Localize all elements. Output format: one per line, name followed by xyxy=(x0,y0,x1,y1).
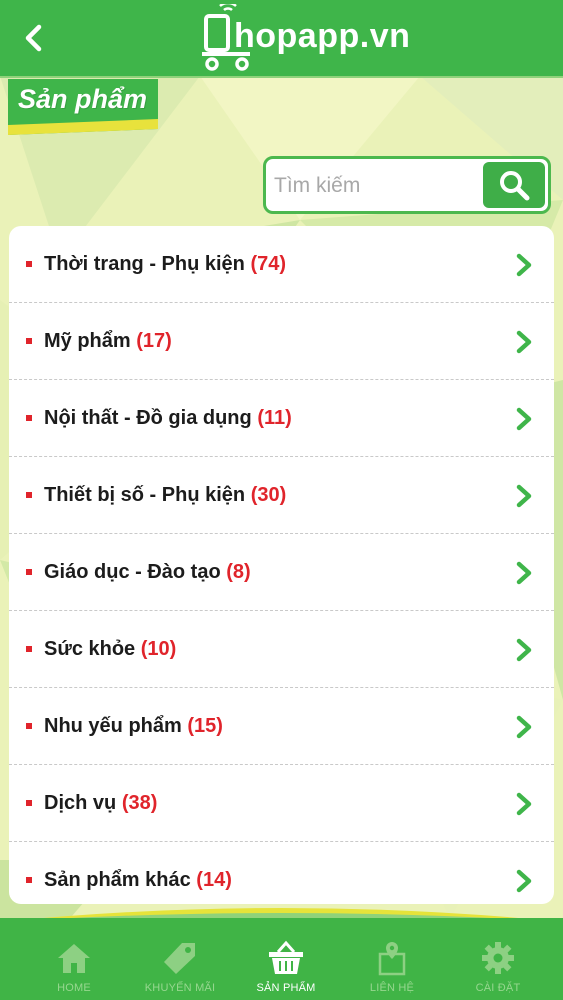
category-count: (30) xyxy=(250,484,287,506)
category-label: Dịch vụ (38) xyxy=(44,792,158,814)
chevron-left-icon xyxy=(25,24,42,52)
tab-label: SẢN PHẨM xyxy=(256,982,316,994)
bullet-icon xyxy=(26,261,32,267)
home-icon xyxy=(58,944,90,973)
category-label: Mỹ phẩm (17) xyxy=(44,330,172,352)
bullet-icon xyxy=(26,338,32,344)
category-count: (10) xyxy=(140,638,177,660)
chevron-right-icon xyxy=(516,561,532,585)
search-input[interactable] xyxy=(272,163,482,209)
tab-san-pham[interactable]: SẢN PHẨM xyxy=(230,918,342,1000)
basket-icon xyxy=(269,940,303,974)
bullet-icon xyxy=(26,492,32,498)
bullet-icon xyxy=(26,569,32,575)
category-label: Sức khỏe (10) xyxy=(44,638,177,660)
category-label: Thời trang - Phụ kiện (74) xyxy=(44,253,287,275)
map-pin-icon xyxy=(378,942,406,976)
bullet-icon xyxy=(26,800,32,806)
category-row-my-pham[interactable]: Mỹ phẩm (17) xyxy=(9,303,554,380)
category-label: Nội thất - Đồ gia dụng (11) xyxy=(44,407,292,429)
tag-icon xyxy=(164,943,195,974)
logo-text: hopapp.vn xyxy=(234,17,411,55)
category-row-giao-duc[interactable]: Giáo dục - Đào tạo (8) xyxy=(9,534,554,611)
bullet-icon xyxy=(26,646,32,652)
category-row-dich-vu[interactable]: Dịch vụ (38) xyxy=(9,765,554,842)
tab-home[interactable]: HOME xyxy=(18,918,130,1000)
chevron-right-icon xyxy=(516,253,532,277)
category-row-thiet-bi-so[interactable]: Thiết bị số - Phụ kiện (30) xyxy=(9,457,554,534)
category-row-nhu-yeu-pham[interactable]: Nhu yếu phẩm (15) xyxy=(9,688,554,765)
category-count: (11) xyxy=(257,407,292,429)
tab-bar: HOME KHUYẾN MÃI SẢN PHẨM LIÊN HỆ CÀI ĐẶT xyxy=(0,918,563,1000)
chevron-right-icon xyxy=(516,484,532,508)
back-button[interactable] xyxy=(14,18,54,58)
section-title: Sản phẩm xyxy=(18,84,148,114)
bullet-icon xyxy=(26,415,32,421)
chevron-right-icon xyxy=(516,869,532,893)
category-count: (14) xyxy=(196,869,232,891)
category-row-san-pham-khac[interactable]: Sản phẩm khác (14) xyxy=(9,842,554,904)
category-label: Nhu yếu phẩm (15) xyxy=(44,715,223,737)
category-count: (17) xyxy=(136,330,172,352)
search-button[interactable] xyxy=(483,162,545,208)
bullet-icon xyxy=(26,877,32,883)
chevron-right-icon xyxy=(516,638,532,662)
chevron-right-icon xyxy=(516,330,532,354)
tab-label: HOME xyxy=(57,982,91,994)
category-row-suc-khoe[interactable]: Sức khỏe (10) xyxy=(9,611,554,688)
tab-label: CÀI ĐẶT xyxy=(475,982,521,994)
category-row-noi-that[interactable]: Nội thất - Đồ gia dụng (11) xyxy=(9,380,554,457)
tab-label: KHUYẾN MÃI xyxy=(144,982,216,994)
category-count: (15) xyxy=(187,715,223,737)
chevron-right-icon xyxy=(516,792,532,816)
bullet-icon xyxy=(26,723,32,729)
tab-lien-he[interactable]: LIÊN HỆ xyxy=(336,918,448,1000)
category-count: (8) xyxy=(226,561,251,583)
search-box xyxy=(263,156,551,214)
chevron-right-icon xyxy=(516,407,532,431)
app-logo: hopapp.vn xyxy=(198,4,410,72)
category-count: (74) xyxy=(250,253,287,275)
category-label: Sản phẩm khác (14) xyxy=(44,869,232,891)
tab-label: LIÊN HỆ xyxy=(369,982,415,994)
category-row-thoi-trang[interactable]: Thời trang - Phụ kiện (74) xyxy=(9,226,554,303)
app-header: hopapp.vn xyxy=(0,0,563,78)
tab-khuyen-mai[interactable]: KHUYẾN MÃI xyxy=(124,918,236,1000)
gear-icon xyxy=(482,942,514,974)
category-count: (38) xyxy=(121,792,158,814)
chevron-right-icon xyxy=(516,715,532,739)
search-icon xyxy=(500,171,530,201)
category-list: Thời trang - Phụ kiện (74) Mỹ phẩm (17) … xyxy=(9,226,554,904)
category-label: Giáo dục - Đào tạo (8) xyxy=(44,561,251,583)
category-label: Thiết bị số - Phụ kiện (30) xyxy=(44,484,287,506)
tab-cai-dat[interactable]: CÀI ĐẶT xyxy=(442,918,554,1000)
